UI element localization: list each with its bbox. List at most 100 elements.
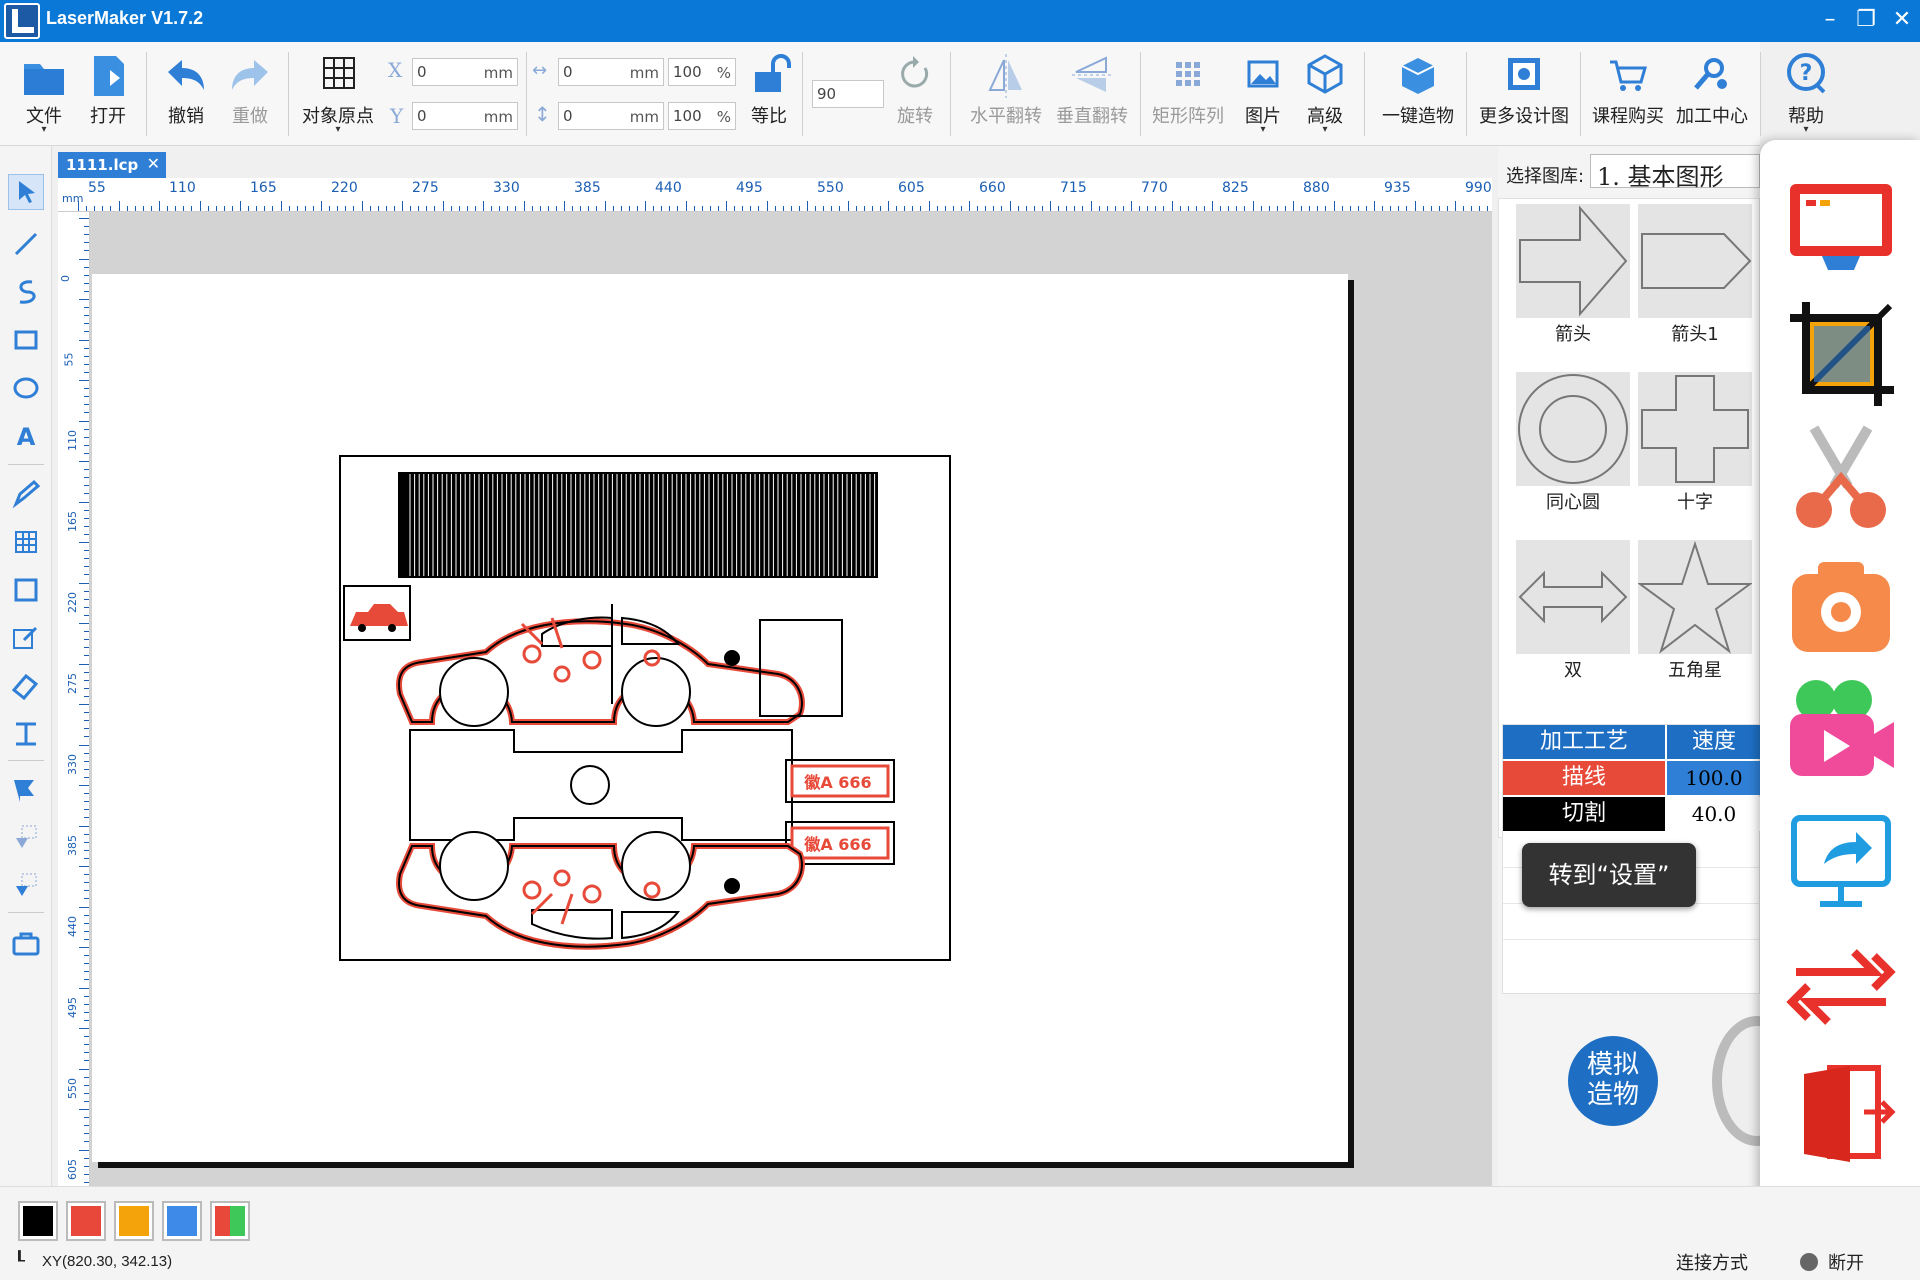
vertical-ruler: 0 55 110 165 220 275 330 385 440 495 550 605 xyxy=(58,212,90,1190)
toolbar: 文件 ▾ 打开 撤销 重做 对象原点 ▾ X 0 mm Y 0 mm ↔ 0 mm 100… xyxy=(0,42,1761,146)
app-title: LaserMaker V1.7.2 xyxy=(46,8,204,28)
tab-close-icon[interactable]: ✕ xyxy=(147,154,160,173)
shape-arrow[interactable] xyxy=(1516,204,1630,318)
shape-cross[interactable] xyxy=(1638,372,1752,486)
select-tool[interactable] xyxy=(8,174,44,210)
line-icon xyxy=(14,232,38,256)
down-select-tool[interactable] xyxy=(8,820,44,856)
speed-value-cut[interactable]: 40.0 xyxy=(1667,797,1761,831)
shape-label-cross: 十字 xyxy=(1677,492,1713,513)
flip-vertical-icon xyxy=(1072,56,1112,92)
frame-tool[interactable] xyxy=(8,572,44,608)
color-swatch-red[interactable] xyxy=(66,1201,106,1241)
double-arrow-icon xyxy=(1518,570,1628,624)
v-ruler-label: 55 xyxy=(62,352,76,367)
cursor-icon xyxy=(19,181,35,203)
v-ruler-label: 495 xyxy=(66,997,79,1018)
object-origin-button[interactable]: 对象原点 ▾ xyxy=(296,50,380,142)
v-ruler-label: 220 xyxy=(66,592,79,613)
library-select[interactable]: 1. 基本图形 xyxy=(1590,154,1760,191)
shape-star[interactable] xyxy=(1636,540,1754,654)
line-tool[interactable] xyxy=(8,226,44,262)
edit-tool[interactable] xyxy=(8,620,44,656)
table-tool[interactable] xyxy=(8,524,44,560)
open-file-icon xyxy=(94,56,124,96)
tab-document[interactable]: 1111.lcp ✕ xyxy=(58,152,166,178)
process-row-trace[interactable]: 描线 xyxy=(1503,761,1665,795)
help-button[interactable]: ? 帮助 ▾ xyxy=(1778,50,1834,142)
h-ruler-label: 825 xyxy=(1222,180,1249,196)
height-field[interactable]: 0 mm xyxy=(558,102,664,130)
switch-arrows-icon xyxy=(1786,949,1896,1025)
height-percent-field[interactable]: 100% xyxy=(668,102,736,130)
help-icon: ? xyxy=(1787,53,1826,94)
quick-cut-button[interactable] xyxy=(1784,422,1898,536)
x-position-field[interactable]: 0 mm xyxy=(412,58,518,86)
vertical-flip-button[interactable]: 垂直翻转 xyxy=(1050,50,1134,142)
quick-exit-button[interactable] xyxy=(1784,1056,1898,1170)
course-purchase-button[interactable]: 课程购买 xyxy=(1586,50,1670,142)
pen-tool[interactable] xyxy=(8,476,44,512)
text-tool[interactable]: A xyxy=(8,418,44,454)
shape-label-arrow: 箭头 xyxy=(1555,324,1591,345)
color-swatch-blue[interactable] xyxy=(162,1201,202,1241)
shape-concentric[interactable] xyxy=(1516,372,1630,486)
shape-arrow-1[interactable] xyxy=(1638,204,1752,318)
advanced-button[interactable]: 高级 ▾ xyxy=(1300,50,1350,142)
ellipse-tool[interactable] xyxy=(8,370,44,406)
rectangular-array-button[interactable]: 矩形阵列 xyxy=(1146,50,1230,142)
more-designs-button[interactable]: 更多设计图 xyxy=(1474,50,1574,142)
v-ruler-label: 385 xyxy=(66,835,79,856)
rectangle-tool[interactable] xyxy=(8,322,44,358)
flag-icon xyxy=(14,780,34,802)
process-row-cut[interactable]: 切割 xyxy=(1503,797,1665,831)
h-ruler-label: 220 xyxy=(331,180,358,196)
width-field[interactable]: 0 mm xyxy=(558,58,664,86)
y-position-field[interactable]: 0 mm xyxy=(412,102,518,130)
open-button[interactable]: 打开 xyxy=(80,50,136,142)
eraser-tool[interactable] xyxy=(8,668,44,704)
plate-text-2: 徽A 666 xyxy=(803,835,871,854)
quick-video-button[interactable] xyxy=(1784,674,1898,788)
quick-switch-button[interactable] xyxy=(1784,930,1898,1044)
curve-tool[interactable] xyxy=(8,274,44,310)
v-ruler-label: 275 xyxy=(66,673,79,694)
rotate-angle-field[interactable]: 90 xyxy=(812,80,884,108)
color-swatch-multi[interactable] xyxy=(210,1201,250,1241)
shape-double-arrow[interactable] xyxy=(1516,540,1630,654)
quick-screen-button[interactable] xyxy=(1784,170,1898,284)
color-swatch-orange[interactable] xyxy=(114,1201,154,1241)
h-ruler-label: 55 xyxy=(88,180,106,196)
proportional-toggle[interactable]: 等比 xyxy=(740,50,798,142)
share-screen-icon xyxy=(1791,815,1891,907)
redo-icon xyxy=(232,60,268,90)
work-area[interactable]: 徽A 666 徽A 666 xyxy=(92,274,1348,1162)
horizontal-flip-button[interactable]: 水平翻转 xyxy=(964,50,1048,142)
onekey-make-button[interactable]: 一键造物 xyxy=(1376,50,1460,142)
library-label: 选择图库: xyxy=(1506,166,1585,187)
quick-crop-button[interactable] xyxy=(1784,296,1898,410)
down-move-tool[interactable] xyxy=(8,868,44,904)
toolbox-tool[interactable] xyxy=(8,926,44,962)
file-button[interactable]: 文件 ▾ xyxy=(16,50,72,142)
speed-value-trace[interactable]: 100.0 xyxy=(1667,761,1761,795)
connection-status-icon xyxy=(1800,1253,1818,1271)
simulate-button[interactable]: 模拟造物 xyxy=(1568,1036,1658,1126)
status-bar: ┖ XY(820.30, 342.13) 连接方式 断开 xyxy=(0,1186,1920,1280)
measure-tool[interactable] xyxy=(8,716,44,752)
connection-state[interactable]: 断开 xyxy=(1828,1249,1864,1275)
rotate-button[interactable]: 旋转 xyxy=(890,50,940,142)
quick-camera-button[interactable] xyxy=(1784,548,1898,662)
color-swatch-black[interactable] xyxy=(18,1201,58,1241)
flag-tool[interactable] xyxy=(8,772,44,808)
curve-icon xyxy=(19,280,36,304)
redo-button[interactable]: 重做 xyxy=(222,50,278,142)
width-percent-field[interactable]: 100% xyxy=(668,58,736,86)
undo-button[interactable]: 撤销 xyxy=(158,50,214,142)
close-button[interactable]: ✕ xyxy=(1880,0,1920,42)
quick-share-screen-button[interactable] xyxy=(1784,804,1898,918)
design-drawing[interactable]: 徽A 666 徽A 666 xyxy=(92,274,1348,1162)
image-button[interactable]: 图片 ▾ xyxy=(1238,50,1288,142)
plate-text-1: 徽A 666 xyxy=(803,773,871,792)
processing-center-button[interactable]: 加工中心 xyxy=(1670,50,1754,142)
